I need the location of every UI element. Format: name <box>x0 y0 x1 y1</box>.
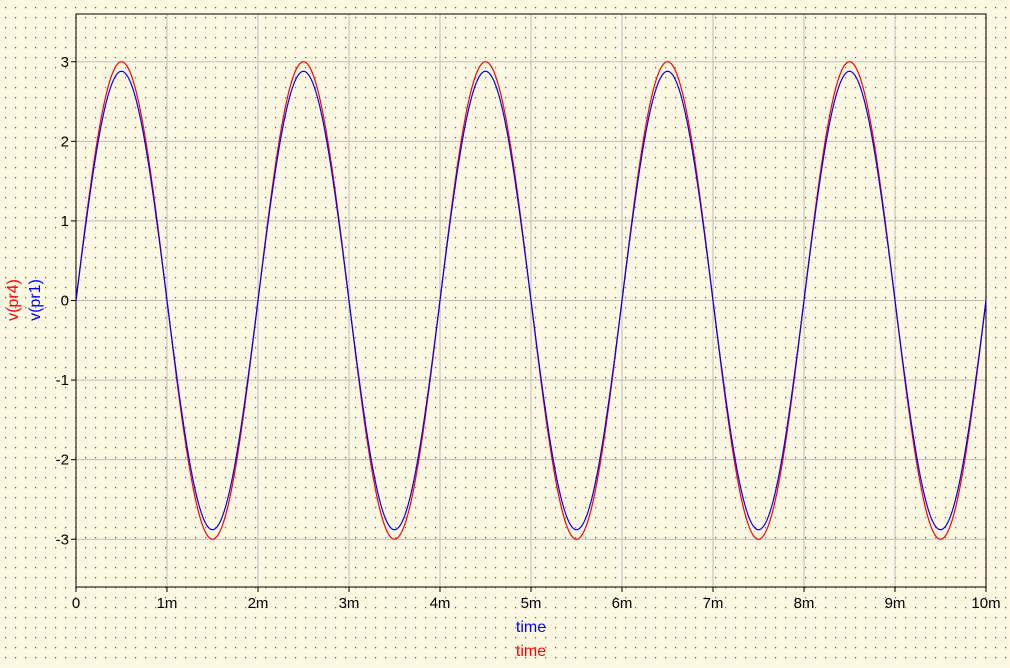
y-tick-label: -3 <box>56 531 69 548</box>
x-tick-label: 10m <box>971 595 1000 612</box>
y-tick-label: -2 <box>56 452 69 469</box>
x-tick-label: 1m <box>157 595 178 612</box>
x-tick-label: 4m <box>430 595 451 612</box>
x-tick-label: 2m <box>248 595 269 612</box>
x-axis-label: time <box>516 619 546 636</box>
x-tick-label: 3m <box>339 595 360 612</box>
chart-svg: 0 1m 2m 3m 4m 5m 6m 7m 8m 9m 10m -3 -2 -1 0 1 2 3 time time… <box>5 7 1007 660</box>
y-axis-label: v(pr1) <box>27 279 44 321</box>
y-tick-label: 2 <box>61 133 69 150</box>
x-tick-label: 9m <box>885 595 906 612</box>
x-tick-label: 6m <box>612 595 633 612</box>
x-tick-label: 7m <box>703 595 724 612</box>
x-axis-label: time <box>516 643 546 660</box>
y-tick-label: 0 <box>61 293 69 310</box>
x-tick-label: 8m <box>794 595 815 612</box>
y-tick-label: 3 <box>61 54 69 71</box>
y-tick-label: 1 <box>61 213 69 230</box>
y-tick-label: -1 <box>56 372 69 389</box>
waveform-plot: 0 1m 2m 3m 4m 5m 6m 7m 8m 9m 10m -3 -2 -1 0 1 2 3 time time… <box>0 0 1010 663</box>
y-axis-label: v(pr4) <box>5 279 22 321</box>
x-tick-label: 0 <box>72 595 80 612</box>
x-tick-label: 5m <box>521 595 542 612</box>
background-dot-grid <box>5 7 1007 659</box>
